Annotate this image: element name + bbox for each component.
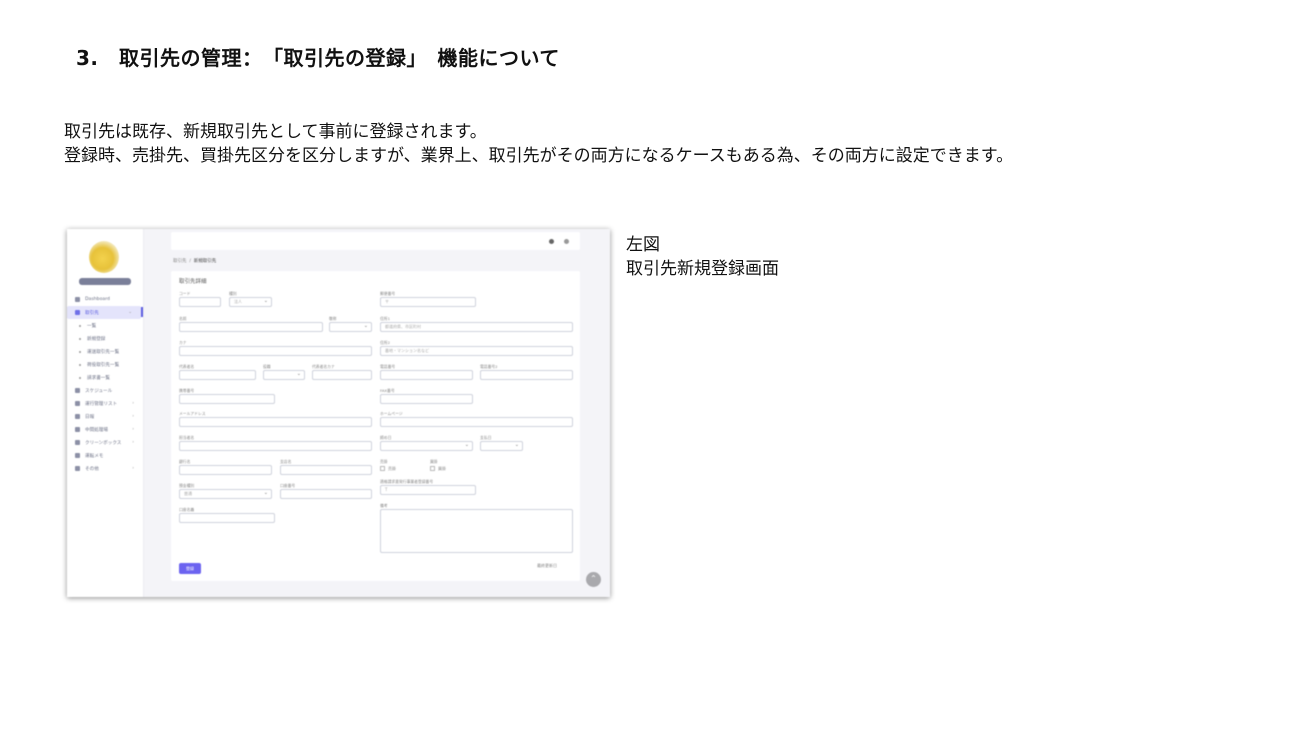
bullet-icon <box>79 337 81 340</box>
fax-input[interactable] <box>380 394 473 404</box>
sidebar-item-schedule[interactable]: スケジュール <box>67 384 143 397</box>
branch-input[interactable] <box>280 465 372 475</box>
form-title: 取引先詳細 <box>179 279 207 285</box>
sidebar: Dashboard 取引先 ⌄ 一覧 新規登録 運送取引先一覧 荷役取引先一覧 請… <box>67 229 144 597</box>
postal-input[interactable]: 〒 <box>380 297 476 307</box>
breadcrumb: 取引先 / 新規取引先 <box>173 259 217 264</box>
sidebar-item-invoices[interactable]: 請求書一覧 <box>67 371 143 384</box>
theme-toggle-icon[interactable] <box>549 239 554 244</box>
sidebar-item-clean-box[interactable]: クリーンボックス › <box>67 436 143 449</box>
closing-select[interactable] <box>380 441 473 451</box>
box-icon <box>75 440 80 445</box>
settings-icon[interactable] <box>564 239 569 244</box>
caption-line-1: 左図 <box>626 235 660 255</box>
bullet-icon <box>79 350 81 353</box>
bank-input[interactable] <box>179 465 272 475</box>
intro-text: 取引先は既存、新規取引先として事前に登録されます。 登録時、売掛先、買掛先区分を… <box>64 120 1013 168</box>
chevron-right-icon: › <box>132 414 134 419</box>
truck-icon <box>75 427 80 432</box>
payable-checkbox[interactable] <box>430 466 435 471</box>
chevron-down-icon: ⌄ <box>128 310 132 315</box>
receivable-label: 売掛 <box>380 459 388 464</box>
gear-icon <box>75 466 80 471</box>
payable-label: 買掛 <box>430 459 438 464</box>
sidebar-item-processing[interactable]: 中間処理場 › <box>67 423 143 436</box>
rep-name-input[interactable] <box>179 370 256 380</box>
receivable-checkbox[interactable] <box>380 466 385 471</box>
sidebar-item-handling-clients[interactable]: 荷役取引先一覧 <box>67 358 143 371</box>
address2-input[interactable]: 番地・マンション名など <box>380 346 573 356</box>
sidebar-nav: Dashboard 取引先 ⌄ 一覧 新規登録 運送取引先一覧 荷役取引先一覧 請… <box>67 293 143 475</box>
email-input[interactable] <box>179 417 372 427</box>
submit-button[interactable]: 登録 <box>179 563 201 574</box>
bullet-icon <box>79 376 81 379</box>
intro-line-1: 取引先は既存、新規取引先として事前に登録されます。 <box>64 122 487 142</box>
scroll-top-button[interactable]: ⌃ <box>586 572 601 587</box>
mobile-input[interactable] <box>179 394 275 404</box>
breadcrumb-current: 新規取引先 <box>193 259 217 264</box>
sidebar-item-dashboard[interactable]: Dashboard <box>67 293 143 306</box>
intro-line-2: 登録時、売掛先、買掛先区分を区分しますが、業界上、取引先がその両方になるケースも… <box>64 146 1014 166</box>
sidebar-item-daily-report[interactable]: 日報 › <box>67 410 143 423</box>
chevron-right-icon: › <box>132 466 134 471</box>
type-select[interactable]: 法人 <box>229 297 272 307</box>
deposit-type-select[interactable]: 普通 <box>179 489 272 499</box>
sidebar-item-operations[interactable]: 運行管理リスト › <box>67 397 143 410</box>
caption-line-2: 取引先新規登録画面 <box>626 259 779 279</box>
last-updated-link[interactable]: 最終更新日 <box>537 563 557 569</box>
account-holder-input[interactable] <box>179 513 275 523</box>
sidebar-item-driver-memo[interactable]: 運転メモ <box>67 449 143 462</box>
invoice-no-input[interactable]: T <box>380 485 476 495</box>
homepage-input[interactable] <box>380 417 573 427</box>
payday-select[interactable] <box>480 441 523 451</box>
report-icon <box>75 414 80 419</box>
slide-title: 3. 取引先の管理： 「取引先の登録」 機能について <box>76 46 560 70</box>
receivable-option: 売掛 <box>388 466 396 471</box>
sidebar-item-clients[interactable]: 取引先 ⌄ <box>67 306 141 319</box>
sidebar-item-transport-clients[interactable]: 運送取引先一覧 <box>67 345 143 358</box>
address1-input[interactable]: 都道府県、市区町村 <box>380 322 573 332</box>
phone2-input[interactable] <box>480 370 573 380</box>
sidebar-item-other[interactable]: その他 › <box>67 462 143 475</box>
breadcrumb-root[interactable]: 取引先 <box>173 259 187 264</box>
chevron-right-icon: › <box>132 427 134 432</box>
memo-textarea[interactable] <box>380 509 573 553</box>
chevron-right-icon: › <box>132 401 134 406</box>
chat-icon <box>75 453 80 458</box>
bullet-icon <box>79 363 81 366</box>
phone-input[interactable] <box>380 370 473 380</box>
chevron-right-icon: › <box>132 440 134 445</box>
calendar-icon <box>75 388 80 393</box>
code-input[interactable] <box>179 297 221 307</box>
client-form-card: 取引先詳細 コード 種別 法人 郵便番号 〒 名前 敬称 住所1 都道府県、市区… <box>171 271 580 581</box>
figure-caption: 左図 取引先新規登録画面 <box>626 233 779 281</box>
rep-title-select[interactable] <box>263 370 305 380</box>
contact-input[interactable] <box>179 441 372 451</box>
sidebar-item-new[interactable]: 新規登録 <box>67 332 143 345</box>
active-indicator <box>141 307 143 317</box>
users-icon <box>75 310 80 315</box>
bullet-icon <box>79 324 81 327</box>
name-input[interactable] <box>179 322 323 332</box>
rep-kana-input[interactable] <box>312 370 372 380</box>
app-screenshot: Dashboard 取引先 ⌄ 一覧 新規登録 運送取引先一覧 荷役取引先一覧 請… <box>67 229 610 597</box>
payable-option: 買掛 <box>438 466 446 471</box>
top-bar <box>171 232 580 250</box>
honorific-select[interactable] <box>329 322 372 332</box>
sidebar-item-list[interactable]: 一覧 <box>67 319 143 332</box>
company-logo <box>89 241 119 273</box>
company-name-redacted <box>79 278 131 285</box>
chart-icon <box>75 401 80 406</box>
kana-input[interactable] <box>179 346 372 356</box>
chevron-up-icon: ⌃ <box>590 574 597 583</box>
account-no-input[interactable] <box>280 489 372 499</box>
home-icon <box>75 297 80 302</box>
